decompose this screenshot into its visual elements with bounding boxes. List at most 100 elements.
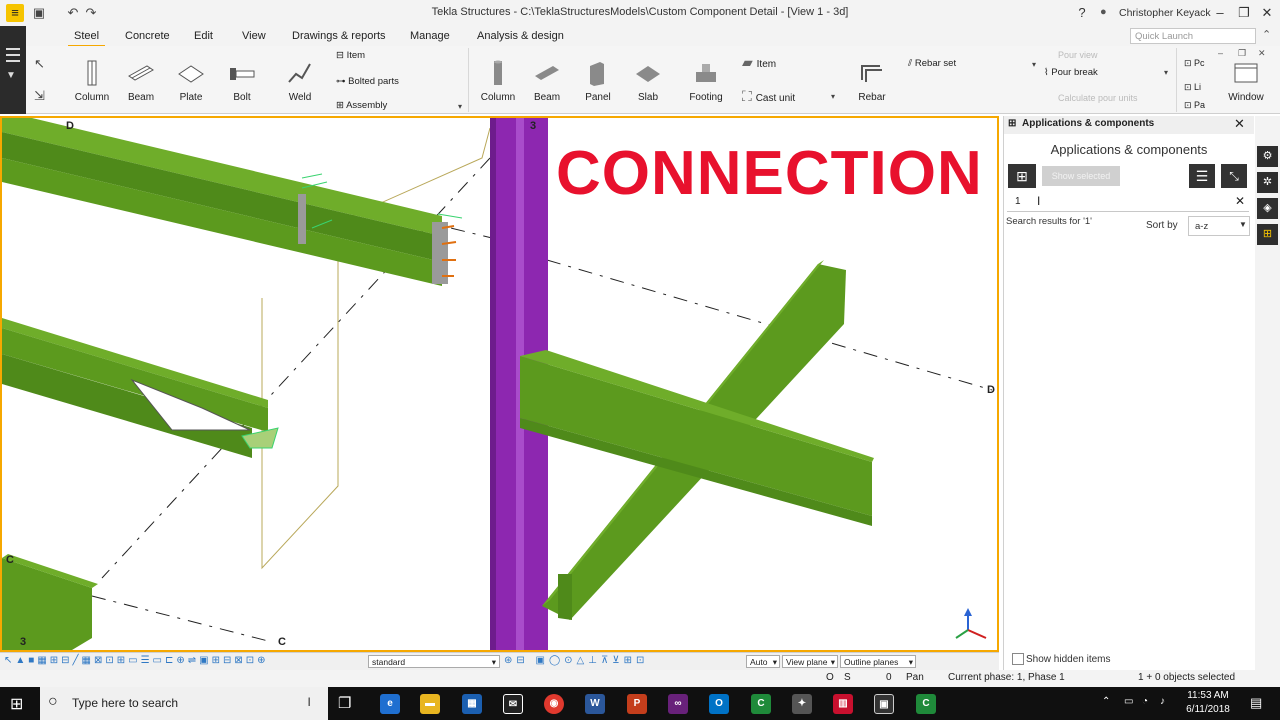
tab-view[interactable]: View — [242, 30, 266, 42]
network-icon[interactable]: ◔ — [1142, 696, 1148, 707]
steel-bolt-button[interactable]: Bolt — [222, 60, 262, 103]
view-filter-select[interactable]: standard ▾ — [368, 655, 500, 668]
concrete-column-button[interactable]: Column — [478, 60, 518, 103]
task-view-icon[interactable]: ❐ — [338, 694, 351, 712]
window-item-1-label: Pc — [1194, 58, 1205, 68]
taskbar-search-input[interactable]: ○ Type here to search ⏽ — [40, 687, 328, 720]
calculate-pour-units-button[interactable]: Calculate pour units — [1044, 93, 1138, 103]
outlook-icon[interactable]: O — [709, 694, 729, 714]
tray-chevron-icon[interactable]: ⌃ — [1102, 696, 1110, 707]
user-name[interactable]: Christopher Keyack — [1119, 7, 1211, 19]
edge-icon[interactable]: e — [380, 694, 400, 714]
concrete-item-button[interactable]: ▰ Item — [742, 54, 776, 71]
group-expand-icon[interactable]: ▾ — [458, 102, 462, 111]
clear-search-icon[interactable]: ✕ — [1235, 194, 1245, 208]
rebar-set-button[interactable]: ⫽ Rebar set — [908, 58, 956, 69]
cast-unit-dropdown-icon[interactable]: ▾ — [831, 92, 835, 101]
sort-select[interactable]: a-z ▼ — [1188, 216, 1250, 236]
tab-steel[interactable]: Steel — [67, 30, 106, 47]
steel-plate-label: Plate — [179, 92, 203, 103]
snap-mode-select[interactable]: Auto ▾ — [746, 655, 780, 668]
applications-icon[interactable]: ⊞ — [1257, 224, 1278, 245]
select-arrow-icon[interactable]: ↖ — [34, 56, 45, 72]
steel-beam-button[interactable]: Beam — [121, 60, 161, 103]
file-explorer-icon[interactable]: ▬ — [420, 694, 440, 714]
ribbon-collapse-icon[interactable]: ⌃ — [1262, 28, 1271, 41]
plane-select[interactable]: View plane ▾ — [782, 655, 838, 668]
concrete-beam-button[interactable]: Beam — [527, 60, 567, 103]
visual-studio-icon[interactable]: ∞ — [668, 694, 688, 714]
inner-restore-icon[interactable]: ❐ — [1238, 48, 1246, 59]
tab-analysis-design[interactable]: Analysis & design — [477, 30, 564, 42]
tab-edit[interactable]: Edit — [194, 30, 213, 42]
snap-icons-group[interactable]: ↖▲■▦⊞⊟╱▦⊠⊡⊞▭☰▭⊏⊕⇌▣⊞⊟⊠⊡⊕ — [4, 655, 268, 666]
pour-break-dropdown-icon[interactable]: ▾ — [1164, 68, 1168, 77]
text-cursor-icon: I — [1037, 194, 1041, 208]
volume-icon[interactable]: ♪ — [1160, 696, 1165, 707]
window-item-1[interactable]: ⊡ Pc — [1184, 58, 1205, 69]
microphone-icon[interactable]: ⏽ — [304, 694, 314, 710]
select-tool-icon[interactable]: ⇲ — [34, 88, 45, 104]
window-app-icon[interactable]: ▣ — [874, 694, 894, 714]
camtasia-recorder-icon[interactable]: C — [916, 694, 936, 714]
window-button[interactable]: Window — [1224, 60, 1268, 103]
outline-planes-select[interactable]: Outline planes ▾ — [840, 655, 916, 668]
notification-icon[interactable]: ▤ — [1250, 695, 1262, 711]
tekla-icon[interactable]: ▥ — [833, 694, 853, 714]
restore-button[interactable]: ❐ — [1234, 4, 1254, 22]
current-phase[interactable]: Current phase: 1, Phase 1 — [948, 672, 1065, 683]
list-view-button[interactable]: ☰ — [1189, 164, 1215, 188]
grid-view-button[interactable]: ⊞ — [1008, 164, 1036, 188]
window-item-3[interactable]: ⊡ Pa — [1184, 100, 1205, 111]
steel-weld-button[interactable]: Weld — [280, 60, 320, 103]
tab-drawings-reports[interactable]: Drawings & reports — [292, 30, 386, 42]
settings-icon[interactable]: ✲ — [1257, 172, 1278, 193]
steel-beam-lower-left[interactable] — [2, 554, 98, 650]
word-icon[interactable]: W — [585, 694, 605, 714]
property-icon[interactable]: ⚙ — [1257, 146, 1278, 167]
powerpoint-icon[interactable]: P — [627, 694, 647, 714]
show-selected-button[interactable]: Show selected — [1042, 166, 1120, 186]
assembly-button[interactable]: ⊞ Assembly — [336, 100, 387, 111]
bolted-parts-button[interactable]: ⊶ Bolted parts — [336, 76, 399, 87]
store-icon[interactable]: ▦ — [462, 694, 482, 714]
cube-icon[interactable]: ◈ — [1257, 198, 1278, 219]
battery-icon[interactable]: ▭ — [1124, 696, 1133, 707]
help-button[interactable]: ? — [1072, 4, 1092, 22]
steel-beam-cross-2[interactable] — [520, 350, 874, 526]
minimize-button[interactable]: – — [1210, 4, 1230, 22]
pour-break-button[interactable]: ⌇ Pour break — [1044, 67, 1098, 78]
concrete-footing-button[interactable]: Footing — [684, 60, 728, 103]
show-hidden-checkbox[interactable] — [1012, 653, 1024, 665]
windows-start-icon[interactable]: ⊞ — [10, 694, 23, 714]
rebar-set-dropdown-icon[interactable]: ▾ — [1032, 60, 1036, 69]
mail-icon[interactable]: ✉ — [503, 694, 523, 714]
panel-close-icon[interactable]: ✕ — [1234, 116, 1245, 132]
close-button[interactable]: ✕ — [1257, 4, 1277, 22]
steel-plate-button[interactable]: Plate — [171, 60, 211, 103]
taskbar-clock[interactable]: 11:53 AM 6/11/2018 — [1175, 689, 1241, 717]
collapse-button[interactable]: ⤡ — [1221, 164, 1247, 188]
pour-view-button[interactable]: Pour view — [1044, 50, 1098, 60]
steel-item-button[interactable]: ⊟ Item — [336, 50, 365, 61]
steel-beam-upper-left[interactable] — [2, 118, 463, 286]
concrete-panel-button[interactable]: Panel — [578, 60, 618, 103]
tab-concrete[interactable]: Concrete — [125, 30, 170, 42]
inner-minimize-icon[interactable]: – — [1218, 48, 1223, 58]
steel-beam-middle-left[interactable] — [2, 318, 279, 458]
concrete-slab-button[interactable]: Slab — [628, 60, 668, 103]
search-input[interactable]: 1 I ✕ — [1007, 192, 1249, 212]
snap-icons-group-2[interactable]: ⊛⊟ ▣◯⊙△⊥⊼⊻⊞⊡ — [504, 655, 648, 666]
inner-close-icon[interactable]: ✕ — [1258, 48, 1266, 59]
steel-column-button[interactable]: Column — [72, 60, 112, 103]
tab-manage[interactable]: Manage — [410, 30, 450, 42]
window-item-2[interactable]: ⊡ Li — [1184, 82, 1201, 93]
cast-unit-button[interactable]: ⛶ Cast unit — [742, 88, 795, 105]
chevron-down-icon[interactable]: ▼ — [6, 70, 16, 81]
app-icon[interactable]: ✦ — [792, 694, 812, 714]
chrome-icon[interactable]: ◉ — [544, 694, 564, 714]
quick-launch-input[interactable]: Quick Launch — [1130, 28, 1256, 44]
concrete-item-label: Item — [756, 59, 777, 70]
rebar-button[interactable]: Rebar — [852, 60, 892, 103]
camtasia-icon[interactable]: C — [751, 694, 771, 714]
